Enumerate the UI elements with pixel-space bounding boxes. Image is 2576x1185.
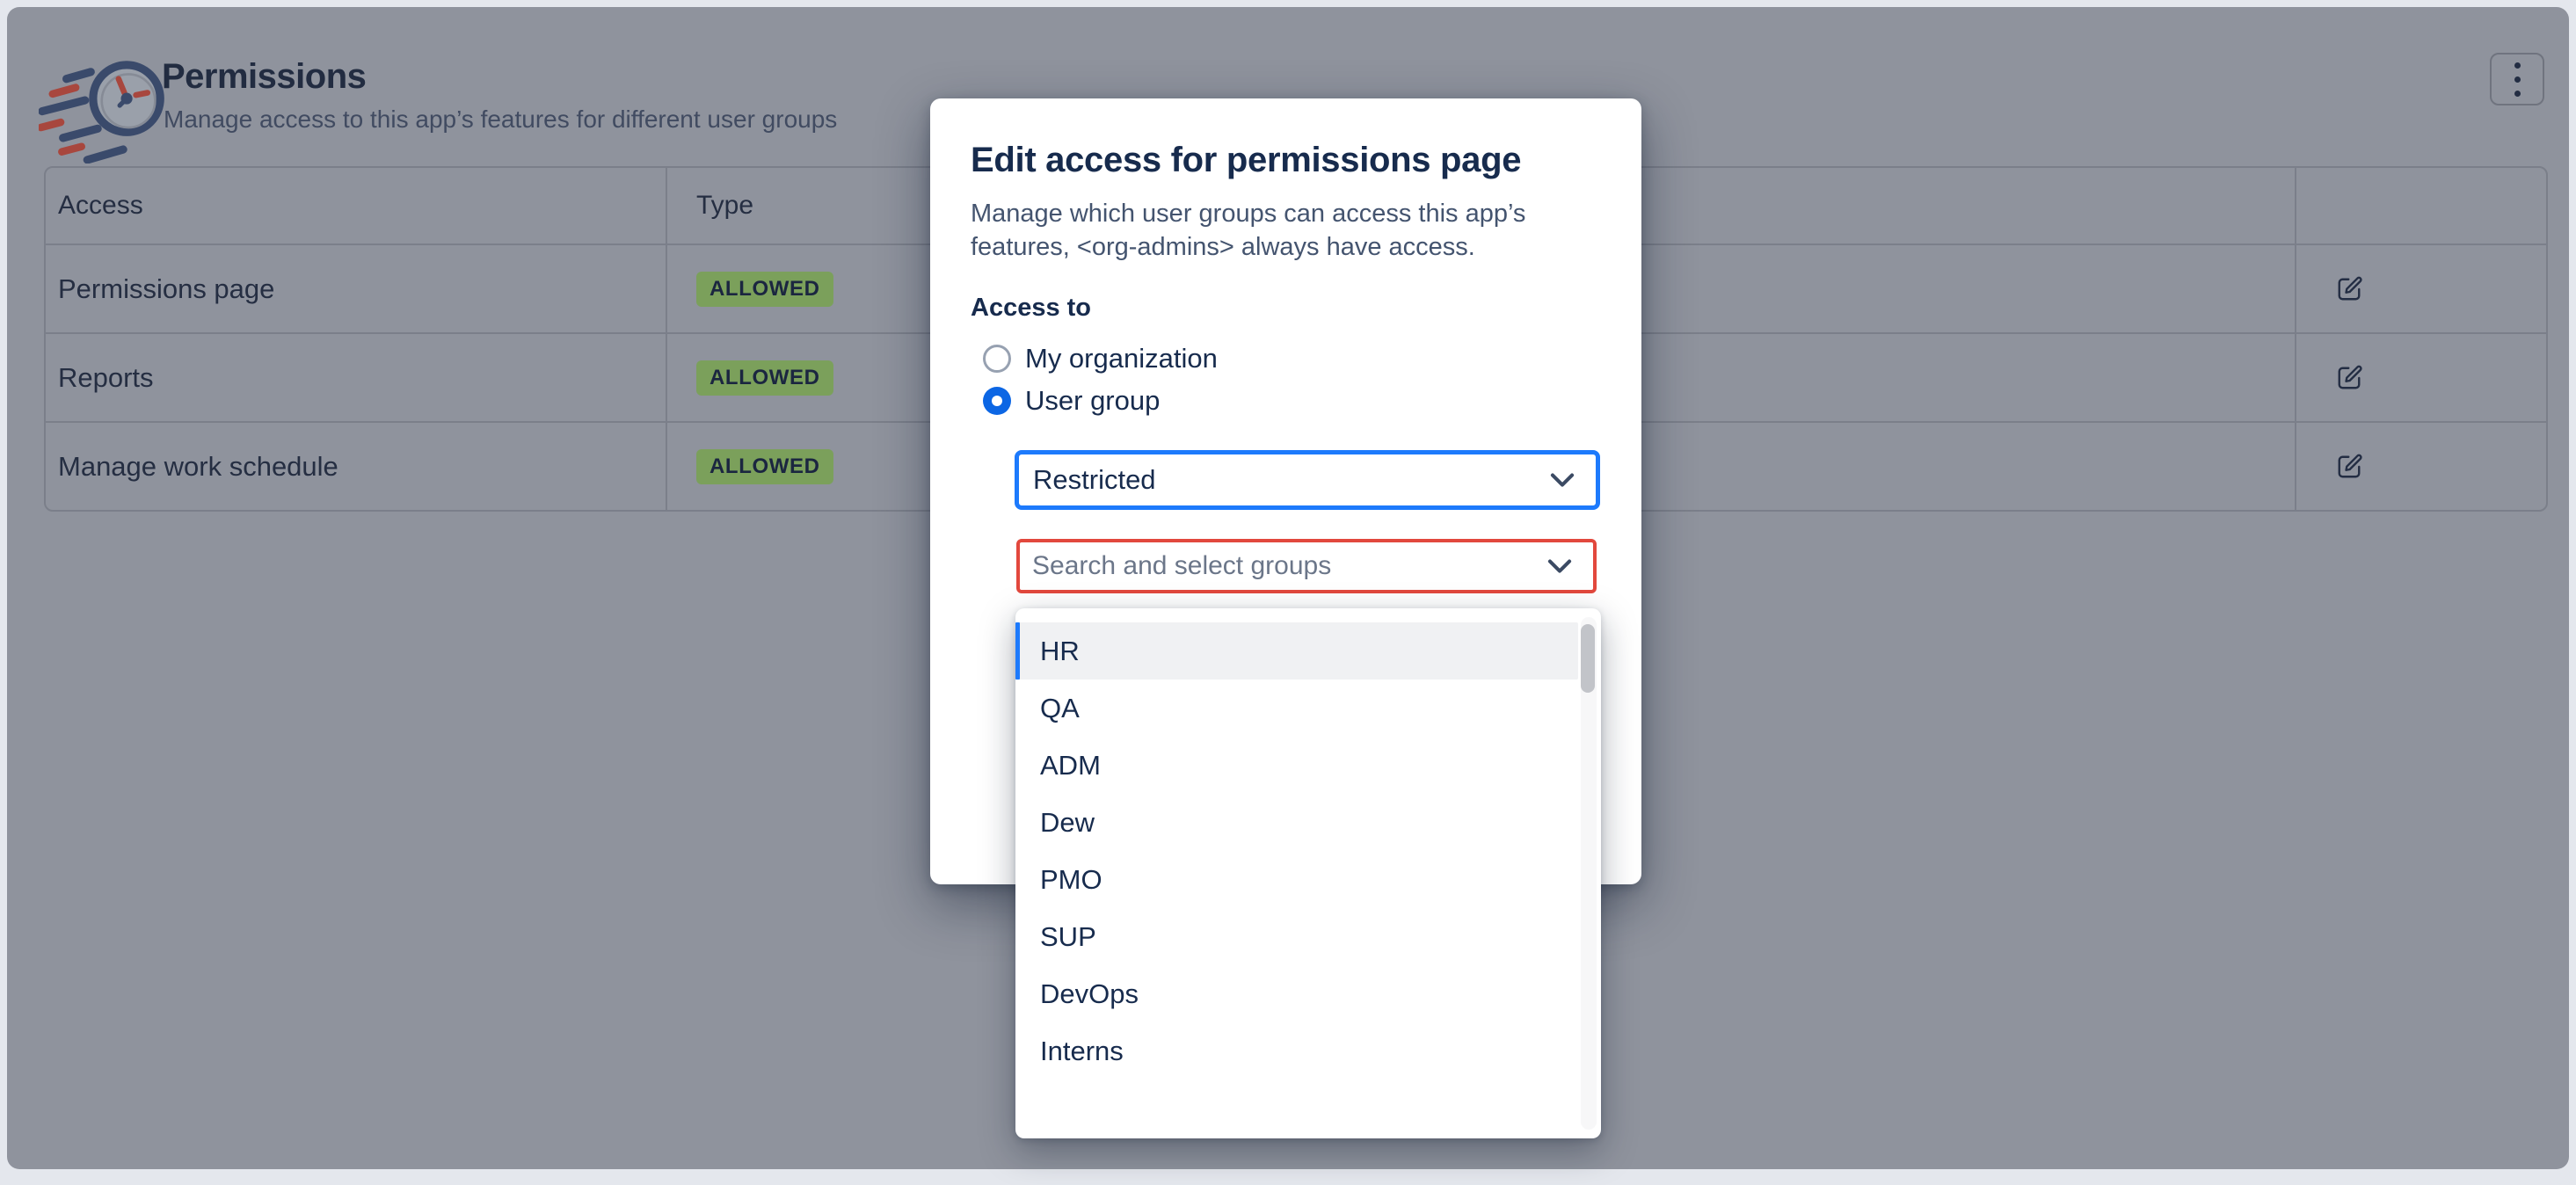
access-cell: Reports [58,362,154,394]
radio-option-user-group[interactable]: User group [983,385,1160,417]
modal-title: Edit access for permissions page [971,141,1521,180]
radio-selected-icon[interactable] [983,387,1011,415]
screen: Permissions Manage access to this app’s … [0,0,2576,1185]
edit-button[interactable] [2333,451,2365,483]
speedy-clock-logo-icon [39,47,178,164]
listbox-scrollbar-track[interactable] [1581,617,1597,1130]
radio-label: My organization [1025,343,1218,374]
listbox-scrollbar-thumb[interactable] [1581,624,1595,693]
restriction-select[interactable]: Restricted [1015,450,1600,510]
edit-button[interactable] [2333,273,2365,305]
radio-label: User group [1025,385,1160,417]
page-title: Permissions [162,57,366,97]
radio-option-my-organization[interactable]: My organization [983,343,1218,374]
access-cell: Manage work schedule [58,451,338,483]
access-to-label: Access to [971,294,1091,323]
group-option-qa[interactable]: QA [1015,680,1578,737]
group-option-adm[interactable]: ADM [1015,737,1578,794]
status-badge: ALLOWED [696,272,833,307]
group-search-combobox[interactable] [1016,539,1597,593]
column-header-access: Access [58,191,143,221]
access-cell: Permissions page [58,273,274,305]
modal-description: Manage which user groups can access this… [971,197,1586,264]
page-subtitle: Manage access to this app’s features for… [164,105,837,134]
edit-icon [2333,362,2365,394]
edit-icon [2333,273,2365,305]
chevron-down-icon [1547,559,1572,574]
edit-icon [2333,451,2365,483]
edit-button[interactable] [2333,362,2365,394]
column-header-type: Type [696,191,753,221]
group-option-interns[interactable]: Interns [1015,1022,1578,1080]
more-actions-button[interactable] [2490,53,2544,105]
group-search-input[interactable] [1032,551,1547,581]
group-option-dew[interactable]: Dew [1015,794,1578,851]
status-badge: ALLOWED [696,449,833,484]
group-options-listbox: HR QA ADM Dew PMO SUP DevOps Interns [1015,608,1601,1138]
chevron-down-icon [1550,473,1575,488]
group-option-devops[interactable]: DevOps [1015,965,1578,1022]
group-option-sup[interactable]: SUP [1015,908,1578,965]
group-option-hr[interactable]: HR [1015,622,1578,680]
status-badge: ALLOWED [696,360,833,396]
restriction-select-value: Restricted [1033,464,1550,496]
group-option-pmo[interactable]: PMO [1015,851,1578,908]
radio-unselected-icon[interactable] [983,345,1011,373]
